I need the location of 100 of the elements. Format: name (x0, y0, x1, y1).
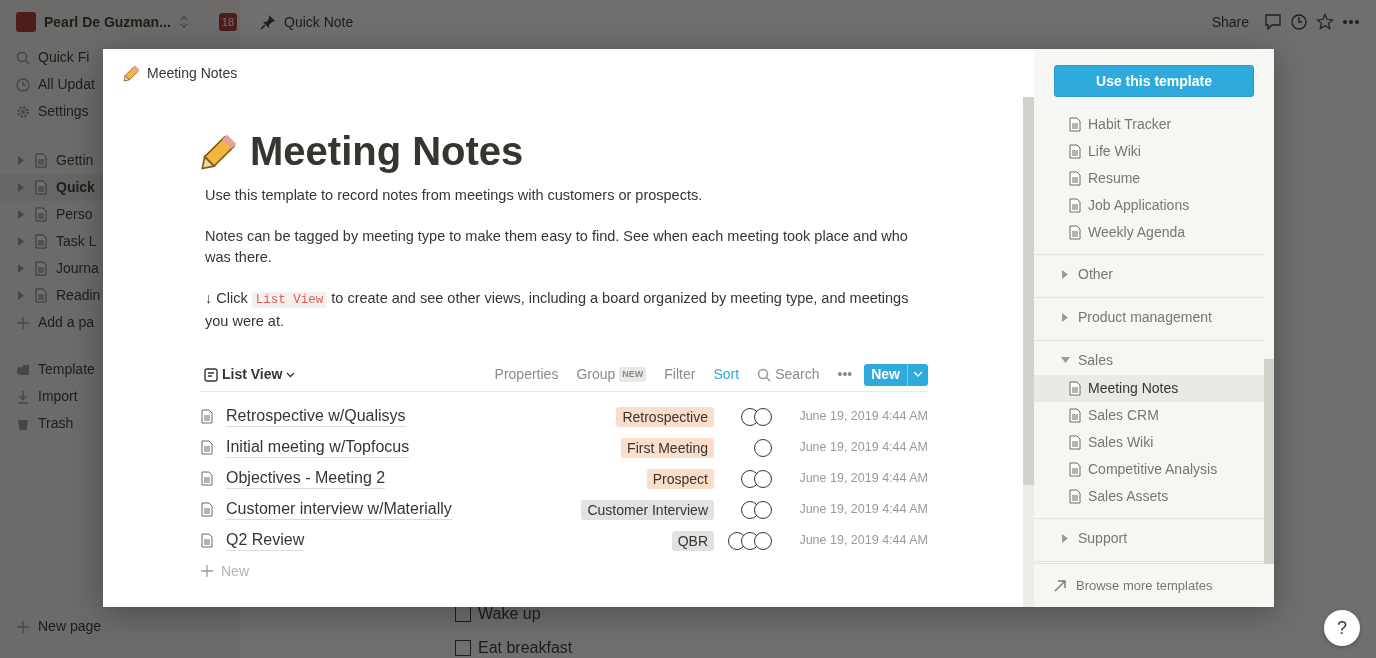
page-icon (1068, 143, 1082, 160)
page-icon (200, 470, 214, 487)
share-button[interactable]: Share (1211, 11, 1249, 33)
tag: Customer Interview (581, 499, 714, 520)
settings-icon (16, 104, 30, 119)
date-text: June 19, 2019 4:44 AM (798, 470, 928, 488)
row-title[interactable]: Objectives - Meeting 2 (226, 468, 386, 489)
scrollbar-thumb[interactable] (1023, 97, 1034, 485)
sidebar-item[interactable]: All Updat (38, 74, 95, 95)
star-icon[interactable] (1316, 13, 1334, 31)
new-row-button[interactable]: New (221, 560, 249, 582)
expand-triangle-icon[interactable] (16, 155, 26, 166)
browse-templates-link[interactable]: Browse more templates (1034, 563, 1274, 607)
date-text: June 19, 2019 4:44 AM (798, 532, 928, 550)
page-icon (200, 408, 214, 425)
sidebar-item[interactable]: Settings (38, 101, 89, 122)
import-icon (16, 389, 30, 404)
page-icon (1068, 488, 1082, 505)
row-title[interactable]: Q2 Review (226, 530, 305, 551)
date-text: June 19, 2019 4:44 AM (798, 501, 928, 519)
search-icon (757, 367, 772, 382)
sidebar-item[interactable]: Template (38, 359, 95, 380)
page-icon (34, 207, 48, 222)
breadcrumb[interactable]: Quick Note (284, 11, 354, 33)
search-icon (16, 50, 30, 65)
toolbar-button[interactable]: Sort (707, 364, 746, 385)
expand-triangle-icon[interactable] (16, 209, 26, 220)
template-list-entry[interactable]: Job Applications (1034, 192, 1264, 219)
template-list-entry[interactable]: Sales CRM (1034, 402, 1264, 429)
sidebar-item[interactable]: Trash (38, 413, 74, 434)
use-template-button[interactable]: Use this template (1054, 65, 1254, 97)
page-title: Meeting Notes (250, 128, 524, 175)
templates-icon (16, 362, 30, 377)
page-icon (34, 234, 48, 249)
paragraph: ↓ Click List View to create and see other views, including a board organized by meeting type, and meetings you were at. (205, 289, 910, 331)
tag: Retrospective (616, 406, 714, 427)
expand-triangle-icon[interactable] (16, 290, 26, 301)
template-list-entry[interactable]: Meeting Notes (1034, 375, 1264, 402)
category-header[interactable]: Other (1034, 259, 1264, 289)
category-header[interactable]: Sales (1034, 345, 1264, 375)
expand-triangle-icon (1060, 311, 1070, 323)
template-list-entry[interactable]: Resume (1034, 165, 1264, 192)
scrollbar-thumb[interactable] (1264, 359, 1274, 564)
workspace-logo-icon (16, 12, 36, 32)
row-title[interactable]: Initial meeting w/Topfocus (226, 437, 410, 458)
template-list-entry[interactable]: Sales Wiki (1034, 429, 1264, 456)
page-icon (1068, 407, 1082, 424)
template-list-entry[interactable]: Sales Assets (1034, 483, 1264, 510)
page-icon (200, 501, 214, 518)
sidebar-page[interactable]: Task L (56, 231, 97, 252)
toolbar-button[interactable]: Properties (488, 364, 565, 385)
template-list-entry[interactable]: Weekly Agenda (1034, 219, 1264, 246)
more-icon[interactable] (1342, 19, 1360, 25)
page-icon (200, 439, 214, 456)
page-icon (34, 288, 48, 303)
sidebar-page[interactable]: Readin (56, 285, 101, 306)
template-list-entry[interactable]: Life Wiki (1034, 138, 1264, 165)
avatar-icon (754, 500, 772, 519)
avatar-icon (754, 531, 772, 550)
sidebar-page[interactable]: Journa (56, 258, 99, 279)
plus-icon (16, 619, 30, 634)
more-button[interactable]: ••• (831, 364, 859, 385)
toolbar-button[interactable]: Filter (658, 364, 702, 385)
sidebar-page[interactable]: Quick (56, 177, 95, 198)
page-icon (1068, 197, 1082, 214)
plus-icon (200, 564, 214, 578)
category-header[interactable]: Support (1034, 523, 1264, 553)
view-switcher[interactable]: List View (200, 364, 300, 385)
checkbox[interactable] (455, 640, 471, 656)
expand-triangle-icon[interactable] (16, 182, 26, 193)
new-button[interactable]: New (864, 363, 928, 386)
sidebar-item[interactable]: Import (38, 386, 78, 407)
search-button[interactable]: Search (751, 364, 826, 385)
page-icon (34, 261, 48, 276)
clock-icon[interactable] (1290, 13, 1308, 31)
expand-triangle-icon[interactable] (16, 263, 26, 274)
avatar-icon (754, 407, 772, 426)
page-icon (34, 180, 48, 195)
template-list-entry[interactable]: Habit Tracker (1034, 111, 1264, 138)
row-title[interactable]: Retrospective w/Qualisys (226, 406, 406, 427)
paragraph: Use this template to record notes from meetings with customers or prospects. (205, 186, 704, 205)
template-list-entry[interactable]: Competitive Analysis (1034, 456, 1264, 483)
expand-triangle-icon (1060, 532, 1070, 544)
expand-triangle-icon (1060, 268, 1070, 280)
arrow-icon (1054, 579, 1066, 592)
row-title[interactable]: Customer interview w/Materially (226, 499, 452, 520)
sidebar-page[interactable]: Perso (56, 204, 93, 225)
sidebar-item[interactable]: Quick Fi (38, 47, 90, 68)
add-page-link[interactable]: Add a pa (38, 312, 95, 333)
page-icon (1068, 461, 1082, 478)
new-page-button[interactable]: New page (38, 616, 102, 637)
sidebar-page[interactable]: Gettin (56, 150, 94, 171)
expand-triangle-icon[interactable] (16, 236, 26, 247)
avatar-icon (754, 438, 772, 457)
workspace-name[interactable]: Pearl De Guzman... (44, 11, 171, 33)
category-header[interactable]: Product management (1034, 302, 1264, 332)
comment-icon[interactable] (1264, 13, 1282, 31)
chevron-updown-icon[interactable] (178, 15, 189, 29)
toolbar-button[interactable]: Group NEW (570, 364, 653, 385)
calendar-badge: 18 (218, 12, 238, 32)
